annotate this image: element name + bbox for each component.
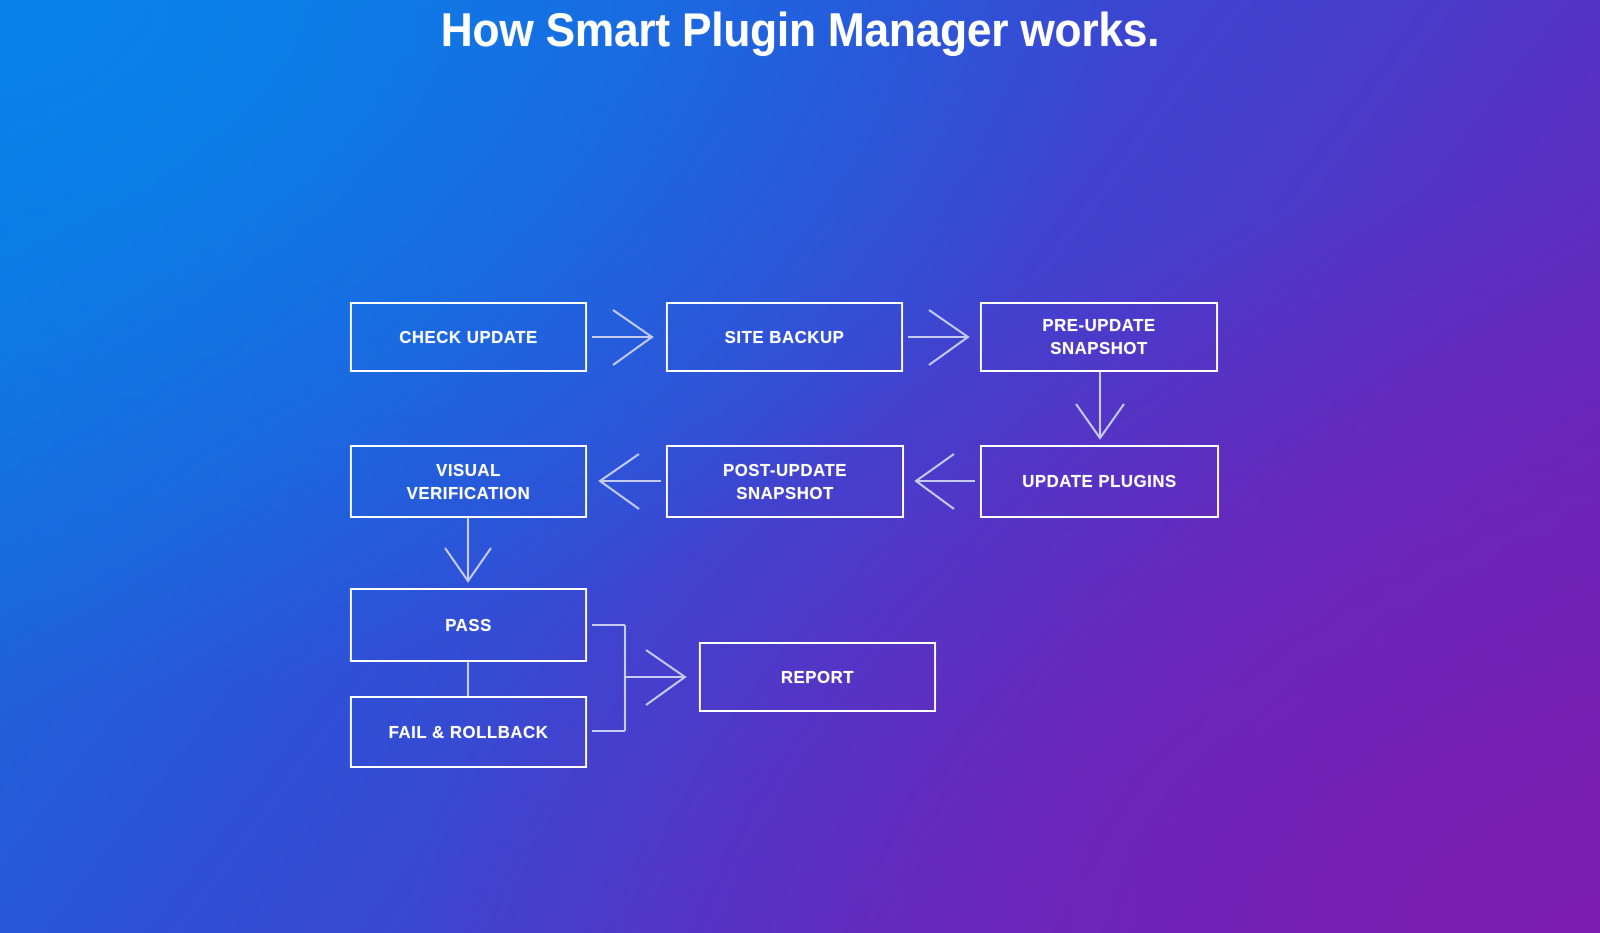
arrow-post-update-snapshot-to-visual-verification xyxy=(598,453,661,510)
node-label: Visual Verification xyxy=(406,459,531,503)
node-label: Update Plugins xyxy=(1022,471,1177,491)
node-label: Pre-Update Snapshot xyxy=(1042,315,1156,358)
node-fail-rollback[interactable]: Fail & Rollback xyxy=(349,696,588,768)
node-post-update-snapshot[interactable]: Post-Update Snapshot xyxy=(665,445,905,518)
node-report[interactable]: Report xyxy=(698,642,937,712)
node-label: Report xyxy=(780,666,855,687)
node-label: Post-Update Snapshot xyxy=(722,459,848,503)
node-check-update[interactable]: Check Update xyxy=(349,302,588,372)
diagram-canvas: How Smart Plugin Manager works. CHECK UP… xyxy=(0,0,1600,933)
arrow-update-plugins-to-post-update-snapshot xyxy=(914,453,975,510)
page-title: How Smart Plugin Manager works. xyxy=(440,3,1160,56)
arrow-check-update-to-site-backup xyxy=(592,309,654,366)
arrow-site-backup-to-pre-update-snapshot xyxy=(908,309,970,366)
node-site-backup[interactable]: Site Backup xyxy=(665,302,904,372)
arrow-visual-verification-to-pass xyxy=(444,518,492,583)
node-label: Check Update xyxy=(399,326,538,347)
arrow-merge-to-report xyxy=(592,623,687,733)
node-label: Site Backup xyxy=(724,326,845,347)
node-visual-verification[interactable]: Visual Verification xyxy=(349,445,588,518)
node-pass[interactable]: Pass xyxy=(349,588,588,662)
node-label: Fail & Rollback xyxy=(388,721,549,742)
node-update-plugins[interactable]: Update Plugins xyxy=(979,445,1220,518)
node-pre-update-snapshot[interactable]: Pre-Update Snapshot xyxy=(979,302,1219,372)
arrow-pre-update-snapshot-to-update-plugins xyxy=(1075,372,1125,440)
node-label: Pass xyxy=(445,614,492,635)
